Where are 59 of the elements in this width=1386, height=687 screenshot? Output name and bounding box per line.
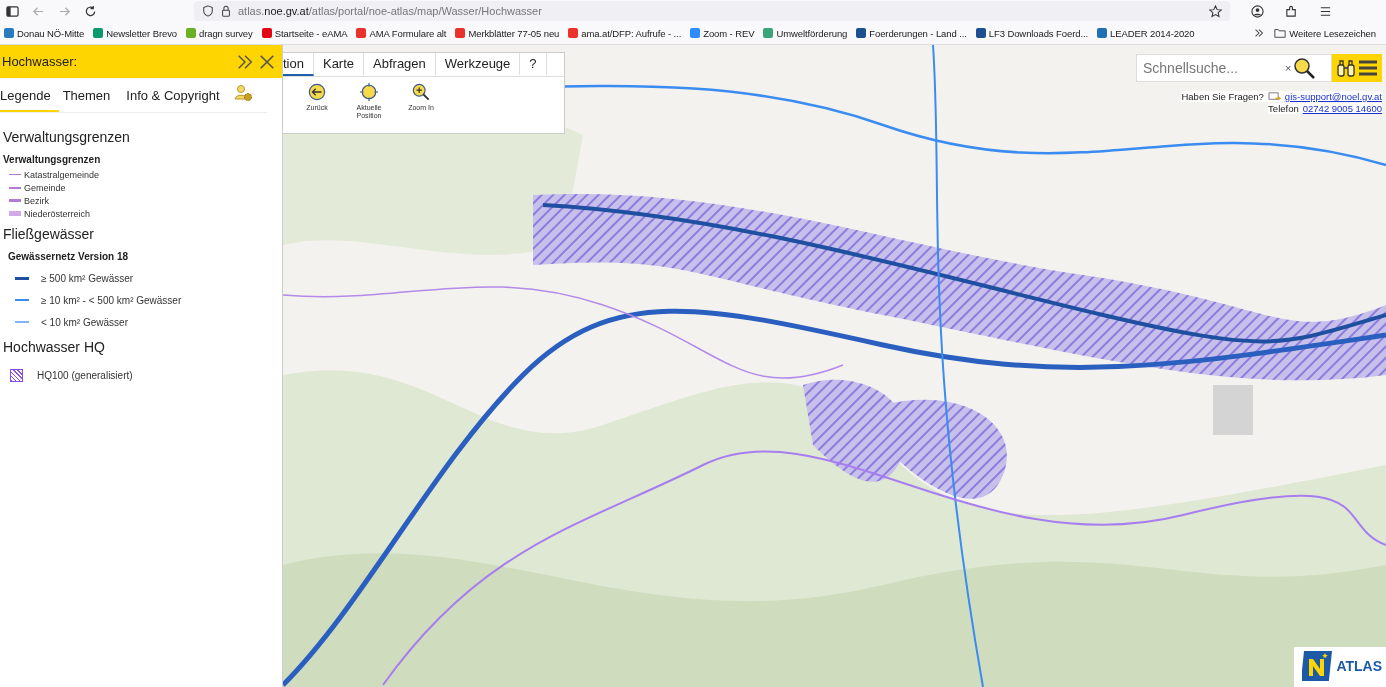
url-text: atlas.noe.gv.at/atlas/portal/noe-atlas/map/Wasser/Hochwasser — [238, 5, 542, 17]
zoom-in-icon — [412, 83, 430, 101]
bookmark[interactable]: Startseite - eAMA — [261, 27, 348, 39]
legend-label: < 10 km² Gewässer — [41, 316, 128, 328]
sidebar-icon[interactable] — [6, 4, 19, 18]
legend-label: ≥ 500 km² Gewässer — [41, 272, 134, 284]
search-icon[interactable] — [1293, 57, 1316, 79]
panel-tab[interactable]: Legende — [0, 80, 59, 112]
panel-tab[interactable]: Themen — [58, 80, 123, 112]
legend-heading: Hochwasser HQ — [3, 339, 106, 355]
search-field[interactable]: Schnellsuche... × — [1136, 54, 1332, 82]
bookmark[interactable]: Merkblätter 77-05 neu — [455, 27, 560, 39]
bookmark[interactable]: Newsletter Brevo — [93, 27, 177, 39]
close-icon[interactable] — [258, 52, 276, 71]
toolbar-tab[interactable]: tion — [283, 53, 314, 76]
menu-icon[interactable] — [1319, 4, 1332, 18]
panel-title: Hochwasser: — [2, 54, 79, 69]
logo-text: ATLAS — [1336, 658, 1382, 674]
bookmark[interactable]: dragn survey — [185, 27, 253, 39]
legend-label: Gemeinde — [24, 182, 66, 193]
email-link[interactable]: gis-support@noel.gv.at — [1284, 91, 1382, 102]
folder-icon — [1274, 27, 1287, 39]
legend-label: Katastralgemeinde — [24, 169, 100, 180]
shield-icon[interactable] — [202, 5, 214, 17]
panel-tab[interactable]: Info & Copyright — [122, 80, 232, 112]
bookmark[interactable]: LF3 Downloads Foerd... — [975, 27, 1088, 39]
star-icon[interactable] — [1209, 4, 1222, 18]
bookmark[interactable]: Umweltförderung — [763, 27, 848, 39]
legend-subheading: Gewässernetz Version 18 — [8, 251, 130, 262]
address-bar[interactable]: atlas.noe.gv.at/atlas/portal/noe-atlas/map/Wasser/Hochwasser — [194, 1, 1230, 21]
logo-icon — [1302, 651, 1333, 681]
bookmark[interactable]: Donau NÖ-Mitte — [4, 27, 85, 39]
reload-icon[interactable] — [84, 4, 97, 18]
bookmark[interactable]: AMA Formulare alt — [356, 27, 447, 39]
legend-subheading: Verwaltungsgrenzen — [3, 154, 102, 165]
legend-label: Niederösterreich — [24, 208, 91, 219]
collapse-icon[interactable] — [236, 52, 254, 71]
bookmark-folder[interactable]: Weitere Lesezeichen — [1274, 27, 1376, 39]
legend-heading: Verwaltungsgrenzen — [3, 129, 131, 145]
bookmark[interactable]: Foerderungen - Land ... — [856, 27, 967, 39]
binoculars-icon[interactable] — [1336, 58, 1356, 78]
menu-icon[interactable] — [1358, 58, 1378, 78]
crosshair-icon — [360, 83, 378, 101]
user-settings-icon[interactable] — [233, 83, 254, 103]
bookmark[interactable]: ama.at/DFP: Aufrufe - ... — [568, 27, 682, 39]
clear-button[interactable]: × — [1285, 62, 1292, 74]
phone-label: Telefon — [1268, 103, 1299, 114]
account-icon[interactable] — [1251, 4, 1264, 18]
phone-link[interactable]: 02742 9005 14600 — [1302, 103, 1382, 114]
help-question: Haben Sie Fragen? — [1181, 91, 1264, 102]
extensions-icon[interactable] — [1285, 4, 1298, 18]
chevron-icon[interactable] — [1253, 27, 1266, 39]
bookmark[interactable]: LEADER 2014-2020 — [1097, 27, 1195, 39]
bookmark[interactable]: Zoom - REV — [690, 27, 755, 39]
lock-icon[interactable] — [220, 5, 232, 17]
legend-label: ≥ 10 km² - < 500 km² Gewässer — [41, 294, 182, 306]
legend-label: HQ100 (generalisiert) — [37, 369, 133, 381]
legend-label: Bezirk — [24, 195, 49, 206]
legend-heading: Fließgewässer — [3, 226, 96, 242]
